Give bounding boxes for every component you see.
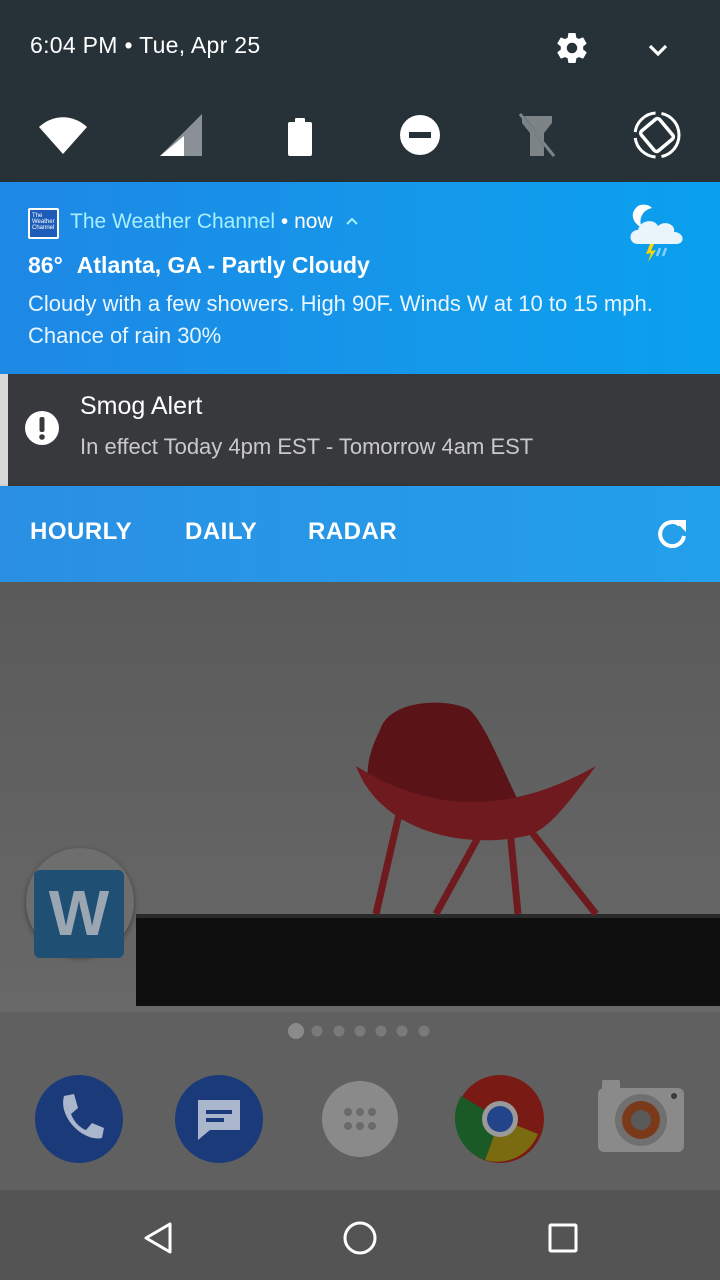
auto-rotate-icon[interactable] — [630, 108, 684, 162]
alert-accent-bar — [0, 374, 8, 486]
app-name: The Weather Channel — [70, 210, 276, 233]
page-dot — [354, 1025, 366, 1037]
location-condition: Atlanta, GA - Partly Cloudy — [76, 252, 370, 278]
page-dot — [333, 1025, 345, 1037]
smog-alert-notification[interactable] — [0, 374, 720, 486]
battery-icon[interactable] — [273, 108, 327, 162]
refresh-icon[interactable] — [652, 514, 692, 554]
wallpaper-shelf — [136, 914, 720, 1006]
phone-icon[interactable] — [34, 1074, 124, 1164]
expand-chevron-icon[interactable] — [642, 34, 674, 66]
do-not-disturb-icon[interactable] — [393, 108, 447, 162]
home-icon[interactable] — [340, 1218, 380, 1258]
cloud-thunder-rain-icon — [630, 204, 683, 262]
weather-description: Cloudy with a few showers. High 90F. Win… — [28, 291, 653, 348]
wallpaper-red-chair — [356, 702, 599, 917]
flashlight-off-icon[interactable] — [510, 108, 564, 162]
daily-button[interactable]: DAILY — [185, 518, 257, 546]
notification-header: The Weather Channel • now — [70, 210, 333, 234]
back-icon[interactable] — [138, 1218, 178, 1258]
quick-settings-row — [0, 108, 720, 162]
page-dot-current — [288, 1023, 304, 1039]
page-dot — [418, 1025, 430, 1037]
smog-alert-title: Smog Alert — [80, 392, 203, 420]
app-drawer-icon[interactable] — [315, 1074, 405, 1164]
wifi-icon[interactable] — [36, 108, 90, 162]
radar-button[interactable]: RADAR — [308, 518, 397, 546]
weather-title: 86° Atlanta, GA - Partly Cloudy — [28, 252, 370, 279]
page-dot — [311, 1025, 323, 1037]
collapse-caret-icon[interactable] — [345, 214, 359, 228]
status-row: 6:04 PM • Tue, Apr 25 — [0, 0, 720, 92]
temperature: 86° — [28, 252, 63, 278]
notification-time: • now — [275, 210, 333, 233]
page-dot — [375, 1025, 387, 1037]
messages-icon[interactable] — [174, 1074, 264, 1164]
weather-channel-logo-text: The Weather Channel — [30, 210, 57, 237]
date-time: 6:04 PM • Tue, Apr 25 — [30, 32, 261, 58]
weather-app-letter: W — [48, 877, 110, 949]
camera-icon[interactable] — [596, 1074, 686, 1164]
settings-gear-icon[interactable] — [554, 30, 590, 66]
alert-exclamation-icon — [25, 411, 59, 445]
cell-signal-icon[interactable] — [158, 108, 212, 162]
page-indicator — [288, 1023, 430, 1039]
page-dot — [396, 1025, 408, 1037]
weather-channel-logo: The Weather Channel — [28, 208, 59, 239]
hourly-button[interactable]: HOURLY — [30, 518, 132, 546]
smog-alert-body: In effect Today 4pm EST - Tomorrow 4am E… — [80, 434, 534, 459]
chrome-icon[interactable] — [455, 1074, 545, 1164]
recents-icon[interactable] — [543, 1218, 583, 1258]
